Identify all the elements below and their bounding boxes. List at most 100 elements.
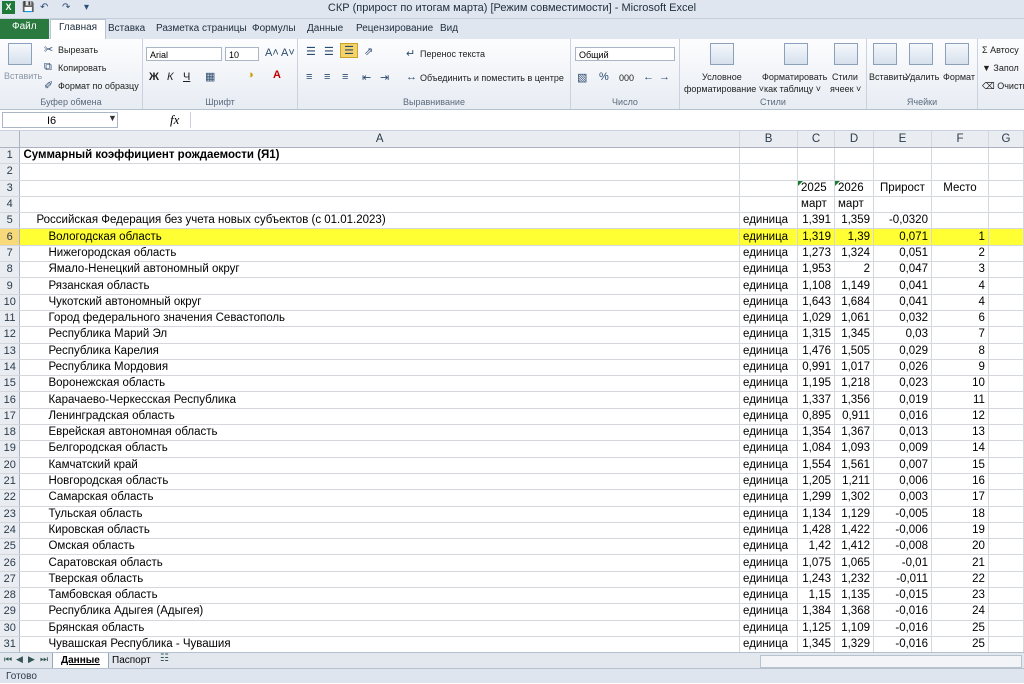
rank-cell[interactable]: 9 <box>931 359 989 377</box>
sheet-tab-data[interactable]: Данные <box>52 653 109 669</box>
value-2026-cell[interactable]: 1,061 <box>834 310 874 328</box>
value-2025-cell[interactable]: 1,953 <box>797 261 836 279</box>
region-cell[interactable]: Вологодская область <box>19 228 741 246</box>
first-sheet-icon[interactable]: ⏮ <box>4 654 12 665</box>
row-header[interactable]: 17 <box>0 408 21 426</box>
wrap-text-icon[interactable]: ↵ <box>406 47 415 60</box>
value-2025-cell[interactable]: 1,643 <box>797 294 836 311</box>
tab-review[interactable]: Рецензирование <box>348 21 441 36</box>
value-2026-cell[interactable]: 2 <box>834 261 874 279</box>
growth-cell[interactable]: -0,016 <box>873 636 932 652</box>
unit-cell[interactable]: единица <box>739 636 799 652</box>
unit-cell[interactable]: единица <box>739 554 799 572</box>
year-2026-cell[interactable]: 2026 <box>834 180 874 197</box>
region-cell[interactable]: Омская область <box>19 538 741 556</box>
format-cells-icon[interactable] <box>945 43 969 65</box>
growth-cell[interactable]: 0,029 <box>873 343 932 360</box>
value-2026-cell[interactable]: 1,017 <box>834 359 874 377</box>
cell[interactable] <box>988 228 1024 246</box>
unit-cell[interactable]: единица <box>739 343 799 360</box>
unit-cell[interactable]: единица <box>739 294 799 311</box>
unit-cell[interactable]: единица <box>739 538 799 556</box>
column-header[interactable]: F <box>931 131 989 148</box>
row-header[interactable]: 27 <box>0 571 21 589</box>
rank-cell[interactable]: 22 <box>931 571 989 589</box>
cut-icon[interactable]: ✂ <box>44 43 53 56</box>
formula-input[interactable] <box>190 112 1021 128</box>
value-2025-cell[interactable]: 0,895 <box>797 408 836 426</box>
paste-icon[interactable] <box>8 43 32 65</box>
fill-color-icon[interactable]: ◑ <box>247 69 254 81</box>
bold-button[interactable]: Ж <box>149 71 159 83</box>
value-2025-cell[interactable]: 1,42 <box>797 538 836 556</box>
new-sheet-icon[interactable]: ☷ <box>160 653 169 664</box>
rank-cell[interactable]: 25 <box>931 620 989 637</box>
tab-formulas[interactable]: Формулы <box>244 21 304 36</box>
grow-font-icon[interactable]: A˄ <box>265 47 279 59</box>
rank-cell[interactable]: 19 <box>931 522 989 540</box>
rank-cell[interactable]: 11 <box>931 391 989 409</box>
column-header[interactable]: A <box>19 131 741 148</box>
growth-cell[interactable]: -0,011 <box>873 571 932 589</box>
region-cell[interactable]: Ямало-Ненецкий автономный округ <box>19 261 741 279</box>
value-2025-cell[interactable]: 1,084 <box>797 440 836 458</box>
unit-cell[interactable]: единица <box>739 587 799 605</box>
cell[interactable] <box>988 424 1024 442</box>
region-cell[interactable]: Республика Марий Эл <box>19 326 741 344</box>
growth-cell[interactable]: 0,023 <box>873 375 932 393</box>
region-cell[interactable]: Город федерального значения Севастополь <box>19 310 741 328</box>
value-2026-cell[interactable]: 1,505 <box>834 343 874 360</box>
region-cell[interactable]: Тамбовская область <box>19 587 741 605</box>
align-top-icon[interactable]: ☰ <box>306 45 316 58</box>
unit-cell[interactable]: единица <box>739 277 799 295</box>
cell[interactable] <box>988 473 1024 491</box>
value-2025-cell[interactable]: 1,195 <box>797 375 836 393</box>
cell[interactable] <box>988 212 1024 230</box>
insert-cells-button[interactable]: Вставить <box>869 72 907 82</box>
value-2026-cell[interactable]: 1,218 <box>834 375 874 393</box>
copy-icon[interactable]: ⧉ <box>44 61 52 74</box>
unit-cell[interactable]: единица <box>739 408 799 426</box>
align-right-icon[interactable]: ≡ <box>342 71 348 83</box>
rank-cell[interactable]: 15 <box>931 457 989 474</box>
merge-center-button[interactable]: Объединить и поместить в центре <box>420 73 564 83</box>
row-header[interactable]: 20 <box>0 457 21 474</box>
growth-cell[interactable]: 0,019 <box>873 391 932 409</box>
align-bottom-icon[interactable]: ☰ <box>340 43 358 58</box>
growth-cell[interactable]: 0,041 <box>873 294 932 311</box>
cell[interactable] <box>739 147 799 165</box>
rank-cell[interactable]: 17 <box>931 489 989 507</box>
row-header[interactable]: 7 <box>0 245 21 263</box>
column-header[interactable]: E <box>873 131 932 148</box>
rank-cell[interactable]: 10 <box>931 375 989 393</box>
row-header[interactable]: 28 <box>0 587 21 605</box>
format-as-table-label[interactable]: Форматировать <box>762 72 827 82</box>
region-cell[interactable]: Саратовская область <box>19 554 741 572</box>
unit-cell[interactable]: единица <box>739 571 799 589</box>
fill-button[interactable]: ▼ Запол <box>982 63 1019 73</box>
unit-cell[interactable]: единица <box>739 245 799 263</box>
column-header[interactable]: G <box>988 131 1024 148</box>
rank-cell[interactable]: 13 <box>931 424 989 442</box>
value-2025-cell[interactable]: 1,15 <box>797 587 836 605</box>
cell[interactable] <box>739 180 799 197</box>
rank-cell[interactable]: 3 <box>931 261 989 279</box>
tab-insert[interactable]: Вставка <box>100 21 153 36</box>
cell[interactable] <box>988 636 1024 652</box>
row-header[interactable]: 22 <box>0 489 21 507</box>
value-2025-cell[interactable]: 1,319 <box>797 228 836 246</box>
unit-cell[interactable]: единица <box>739 440 799 458</box>
growth-cell[interactable]: 0,013 <box>873 424 932 442</box>
underline-button[interactable]: Ч <box>183 71 190 83</box>
value-2025-cell[interactable]: 1,273 <box>797 245 836 263</box>
value-2026-cell[interactable]: 1,135 <box>834 587 874 605</box>
column-header[interactable]: B <box>739 131 799 148</box>
cell[interactable] <box>988 408 1024 426</box>
last-sheet-icon[interactable]: ⏭ <box>40 654 48 665</box>
growth-cell[interactable]: 0,006 <box>873 473 932 491</box>
tab-home[interactable]: Главная <box>50 19 107 41</box>
value-2025-cell[interactable]: 1,243 <box>797 571 836 589</box>
growth-cell[interactable]: 0,026 <box>873 359 932 377</box>
cut-button[interactable]: Вырезать <box>58 45 98 55</box>
cell[interactable] <box>988 538 1024 556</box>
